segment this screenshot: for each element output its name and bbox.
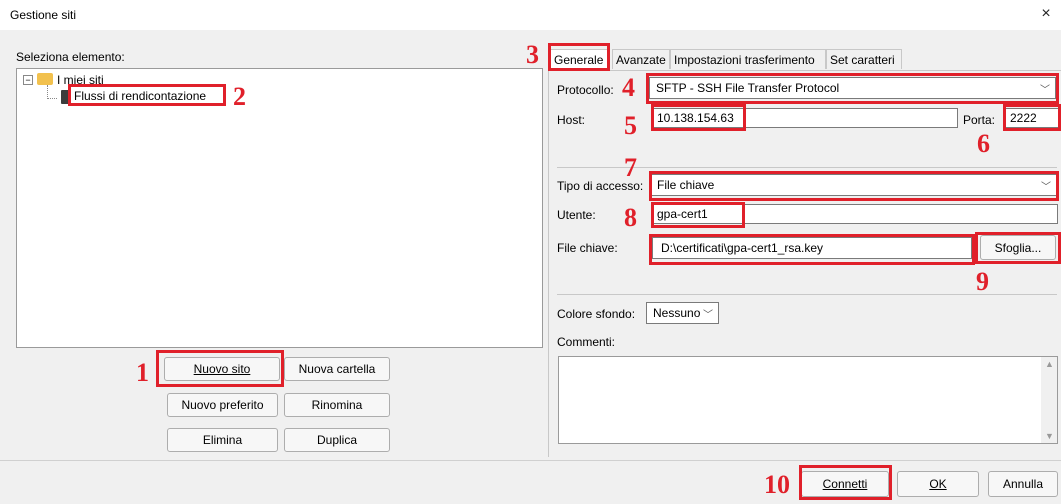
annotation-number-8: 8 (624, 203, 637, 232)
annotation-box-9b (975, 232, 1061, 264)
port-label: Porta: (963, 113, 996, 127)
new-bookmark-button[interactable]: Nuovo preferito (167, 393, 278, 417)
annotation-number-4: 4 (622, 73, 635, 102)
bgcolor-label: Colore sfondo: (557, 307, 636, 321)
footer-separator (0, 460, 1061, 461)
close-icon[interactable]: × (1037, 5, 1055, 23)
title-bar: Gestione siti × (0, 0, 1061, 30)
annotation-box-9a (649, 234, 975, 265)
folder-icon (37, 73, 53, 85)
annotation-box-2 (68, 84, 226, 106)
new-folder-button[interactable]: Nuova cartella (284, 357, 390, 381)
tree-connector-h (47, 98, 57, 100)
protocol-label: Protocollo: (557, 83, 614, 97)
scroll-down-icon[interactable]: ▼ (1045, 431, 1054, 441)
annotation-number-5: 5 (624, 111, 637, 140)
annotation-box-4 (646, 73, 1059, 104)
annotation-box-7 (649, 171, 1059, 201)
annotation-number-9: 9 (976, 267, 989, 296)
chevron-down-icon: ﹀ (703, 310, 713, 321)
host-label: Host: (557, 113, 586, 127)
annotation-number-6: 6 (977, 129, 990, 158)
collapse-icon[interactable]: − (23, 75, 33, 85)
annotation-number-3: 3 (526, 40, 539, 69)
annotation-number-2: 2 (233, 82, 246, 111)
tab-transfer-settings[interactable]: Impostazioni trasferimento (670, 49, 826, 69)
annotation-number-10: 10 (764, 470, 790, 499)
site-tree[interactable]: − I miei siti Flussi di rendicontazione (16, 68, 543, 348)
select-entry-label: Seleziona elemento: (16, 50, 125, 64)
annotation-box-6 (1003, 104, 1061, 131)
user-label: Utente: (557, 208, 596, 222)
annotation-box-3 (548, 43, 610, 71)
annotation-box-10 (799, 465, 892, 500)
rename-button[interactable]: Rinomina (284, 393, 390, 417)
annotation-box-8 (651, 202, 745, 228)
comments-textarea[interactable]: ▲ ▼ (558, 356, 1058, 444)
tab-advanced[interactable]: Avanzate (612, 49, 670, 69)
ok-button[interactable]: OK (897, 471, 979, 497)
tab-charset[interactable]: Set caratteri (826, 49, 902, 69)
cancel-button[interactable]: Annulla (988, 471, 1058, 497)
duplicate-button[interactable]: Duplica (284, 428, 390, 452)
bgcolor-select[interactable]: Nessuno ﹀ (646, 302, 719, 324)
annotation-number-1: 1 (136, 358, 149, 387)
comments-label: Commenti: (557, 335, 616, 349)
comments-scrollbar[interactable]: ▲ ▼ (1041, 357, 1057, 443)
annotation-box-5 (651, 104, 746, 131)
annotation-box-1 (156, 350, 284, 387)
window-title: Gestione siti (10, 8, 77, 22)
scroll-up-icon[interactable]: ▲ (1045, 359, 1054, 369)
site-manager-window: Gestione siti × Seleziona elemento: − I … (0, 0, 1061, 504)
annotation-number-7: 7 (624, 153, 637, 182)
delete-button[interactable]: Elimina (167, 428, 278, 452)
keyfile-label: File chiave: (557, 241, 618, 255)
bgcolor-value: Nessuno (653, 306, 701, 320)
tree-connector (47, 85, 49, 99)
